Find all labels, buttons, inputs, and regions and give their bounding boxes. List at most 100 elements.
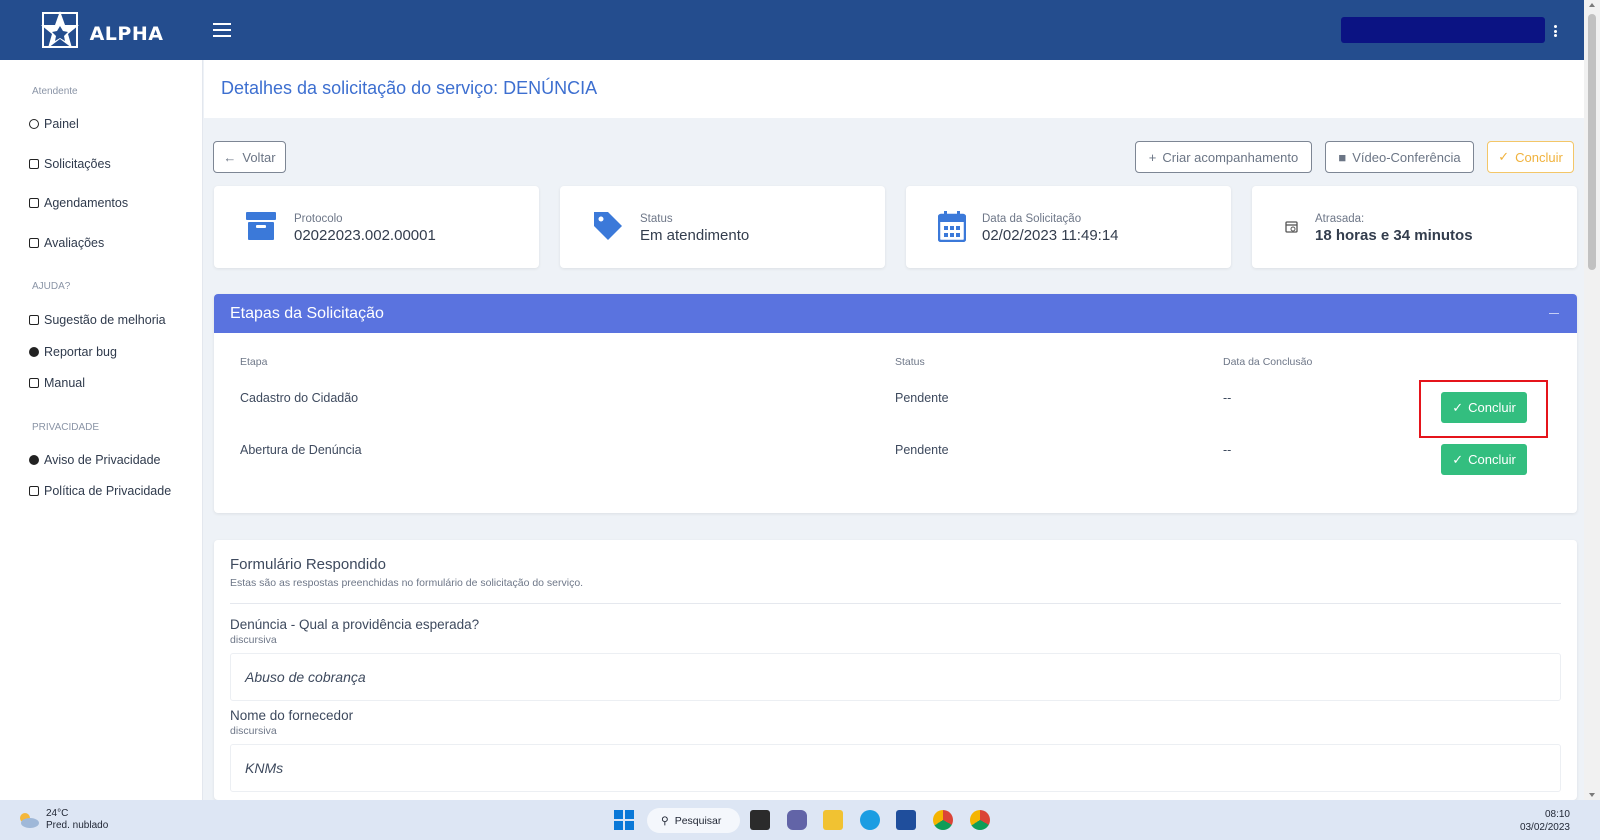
sidebar-item-bug[interactable]: Reportar bug bbox=[29, 345, 117, 359]
menu-toggle-icon[interactable] bbox=[213, 23, 231, 37]
calendar-clock-icon bbox=[1285, 221, 1298, 233]
clock-date: 03/02/2023 bbox=[1519, 822, 1570, 833]
tag-icon bbox=[594, 212, 622, 240]
delay-value: 18 horas e 34 minutos bbox=[1315, 227, 1473, 244]
chrome-profile-icon[interactable] bbox=[970, 810, 990, 830]
request-date-label: Data da Solicitação bbox=[982, 213, 1082, 225]
sidebar-item-avaliacoes[interactable]: Avaliações bbox=[29, 236, 104, 250]
form-title: Formulário Respondido bbox=[230, 556, 386, 573]
chrome-icon[interactable] bbox=[933, 810, 953, 830]
scroll-down-icon[interactable] bbox=[1589, 793, 1595, 797]
temperature: 24°C bbox=[46, 808, 69, 819]
sidebar-item-sugestao[interactable]: Sugestão de melhoria bbox=[29, 313, 166, 327]
question-type: discursiva bbox=[230, 634, 277, 646]
question-type: discursiva bbox=[230, 725, 277, 737]
collapse-icon[interactable] bbox=[1549, 313, 1559, 314]
back-button[interactable]: ← Voltar bbox=[213, 141, 286, 173]
request-date-card: Data da Solicitação 02/02/2023 11:49:14 bbox=[906, 186, 1231, 268]
scrollbar-thumb[interactable] bbox=[1588, 14, 1596, 270]
sidebar-section-ajuda: AJUDA? bbox=[32, 281, 71, 292]
comment-icon bbox=[29, 238, 39, 248]
sidebar-item-aviso[interactable]: Aviso de Privacidade bbox=[29, 453, 161, 467]
sidebar-item-label: Sugestão de melhoria bbox=[44, 313, 166, 327]
highlight-box bbox=[1419, 380, 1548, 438]
question-label: Nome do fornecedor bbox=[230, 708, 354, 723]
status-value: Em atendimento bbox=[640, 227, 750, 244]
brand-logo[interactable]: ALPHA bbox=[0, 0, 203, 60]
info-icon bbox=[29, 455, 39, 465]
back-button-label: Voltar bbox=[242, 149, 276, 165]
form-subtitle: Estas são as respostas preenchidas no fo… bbox=[230, 577, 584, 589]
store-icon[interactable] bbox=[896, 810, 916, 830]
cloud-sun-icon bbox=[20, 813, 39, 828]
clipboard-icon bbox=[29, 159, 39, 169]
dashboard-icon bbox=[29, 119, 39, 129]
status-card: Status Em atendimento bbox=[560, 186, 885, 268]
calendar-icon bbox=[938, 211, 966, 242]
plus-icon: + bbox=[1148, 149, 1157, 165]
check-circle-icon: ✓ bbox=[1452, 451, 1464, 467]
protocol-label: Protocolo bbox=[294, 213, 343, 225]
step-date: -- bbox=[1223, 443, 1232, 457]
sidebar-item-label: Painel bbox=[44, 117, 79, 131]
step-status: Pendente bbox=[895, 443, 949, 457]
conclude-request-button[interactable]: ✓ Concluir bbox=[1487, 141, 1574, 173]
weather-widget[interactable]: 24°C Pred. nublado bbox=[16, 808, 108, 832]
sidebar-item-label: Solicitações bbox=[44, 157, 111, 171]
steps-panel-title: Etapas da Solicitação bbox=[230, 304, 384, 322]
sidebar-item-label: Manual bbox=[44, 376, 85, 390]
windows-start-icon[interactable] bbox=[614, 810, 634, 830]
bug-icon bbox=[29, 347, 39, 357]
star-logo-icon bbox=[40, 11, 79, 48]
request-date-value: 02/02/2023 11:49:14 bbox=[982, 227, 1119, 244]
video-conference-label: Vídeo-Conferência bbox=[1352, 149, 1461, 165]
protocol-card: Protocolo 02022023.002.00001 bbox=[214, 186, 539, 268]
delay-label: Atrasada: bbox=[1315, 213, 1365, 225]
video-conference-button[interactable]: ■ Vídeo-Conferência bbox=[1325, 141, 1474, 173]
status-label: Status bbox=[640, 213, 673, 225]
question-label: Denúncia - Qual a providência esperada? bbox=[230, 617, 480, 632]
weather-condition: Pred. nublado bbox=[46, 820, 109, 831]
sidebar-item-label: Reportar bug bbox=[44, 345, 117, 359]
column-header-etapa: Etapa bbox=[240, 356, 268, 368]
chat-icon[interactable] bbox=[787, 810, 807, 830]
archive-icon bbox=[246, 212, 276, 240]
sidebar-item-politica[interactable]: Política de Privacidade bbox=[29, 484, 171, 498]
book-icon bbox=[29, 378, 39, 388]
conclude-step-button[interactable]: ✓ Concluir bbox=[1441, 444, 1527, 475]
divider bbox=[230, 603, 1561, 604]
answered-form-panel: Formulário Respondido Estas são as respo… bbox=[214, 540, 1577, 800]
system-clock[interactable]: 08:10 03/02/2023 bbox=[1520, 808, 1570, 834]
answer-field: Abuso de cobrança bbox=[230, 653, 1561, 701]
file-explorer-icon[interactable] bbox=[823, 810, 843, 830]
search-icon: ⚲ bbox=[661, 814, 669, 827]
column-header-date: Data da Conclusão bbox=[1223, 356, 1313, 368]
edge-browser-icon[interactable] bbox=[860, 810, 880, 830]
sidebar-item-agendamentos[interactable]: Agendamentos bbox=[29, 196, 128, 210]
taskbar-search-label: Pesquisar bbox=[674, 814, 722, 827]
page-scrollbar[interactable] bbox=[1584, 0, 1600, 800]
edit-icon bbox=[29, 315, 39, 325]
taskbar-search[interactable]: ⚲ Pesquisar bbox=[647, 808, 740, 833]
sidebar-item-manual[interactable]: Manual bbox=[29, 376, 85, 390]
more-options-icon[interactable] bbox=[1554, 25, 1558, 37]
video-camera-icon: ■ bbox=[1338, 149, 1347, 165]
sidebar: Atendente Painel Solicitações Agendament… bbox=[0, 60, 203, 800]
check-circle-icon: ✓ bbox=[1498, 149, 1510, 164]
user-menu[interactable] bbox=[1341, 17, 1545, 43]
column-header-status: Status bbox=[895, 356, 925, 368]
delay-card: Atrasada: 18 horas e 34 minutos bbox=[1252, 186, 1577, 268]
answer-field: KNMs bbox=[230, 744, 1561, 792]
scroll-up-icon[interactable] bbox=[1589, 3, 1595, 7]
steps-panel: Etapas da Solicitação Etapa Status Data … bbox=[214, 294, 1577, 513]
sidebar-item-solicitacoes[interactable]: Solicitações bbox=[29, 157, 111, 171]
create-follow-up-button[interactable]: + Criar acompanhamento bbox=[1135, 141, 1312, 173]
sidebar-item-label: Aviso de Privacidade bbox=[44, 453, 161, 467]
task-view-icon[interactable] bbox=[750, 810, 770, 830]
sidebar-item-label: Avaliações bbox=[44, 236, 105, 250]
step-status: Pendente bbox=[895, 391, 949, 405]
sidebar-section-privacidade: PRIVACIDADE bbox=[32, 422, 100, 433]
brand-name: ALPHA bbox=[89, 23, 164, 45]
sidebar-item-painel[interactable]: Painel bbox=[29, 117, 79, 131]
step-name: Abertura de Denúncia bbox=[240, 443, 362, 457]
